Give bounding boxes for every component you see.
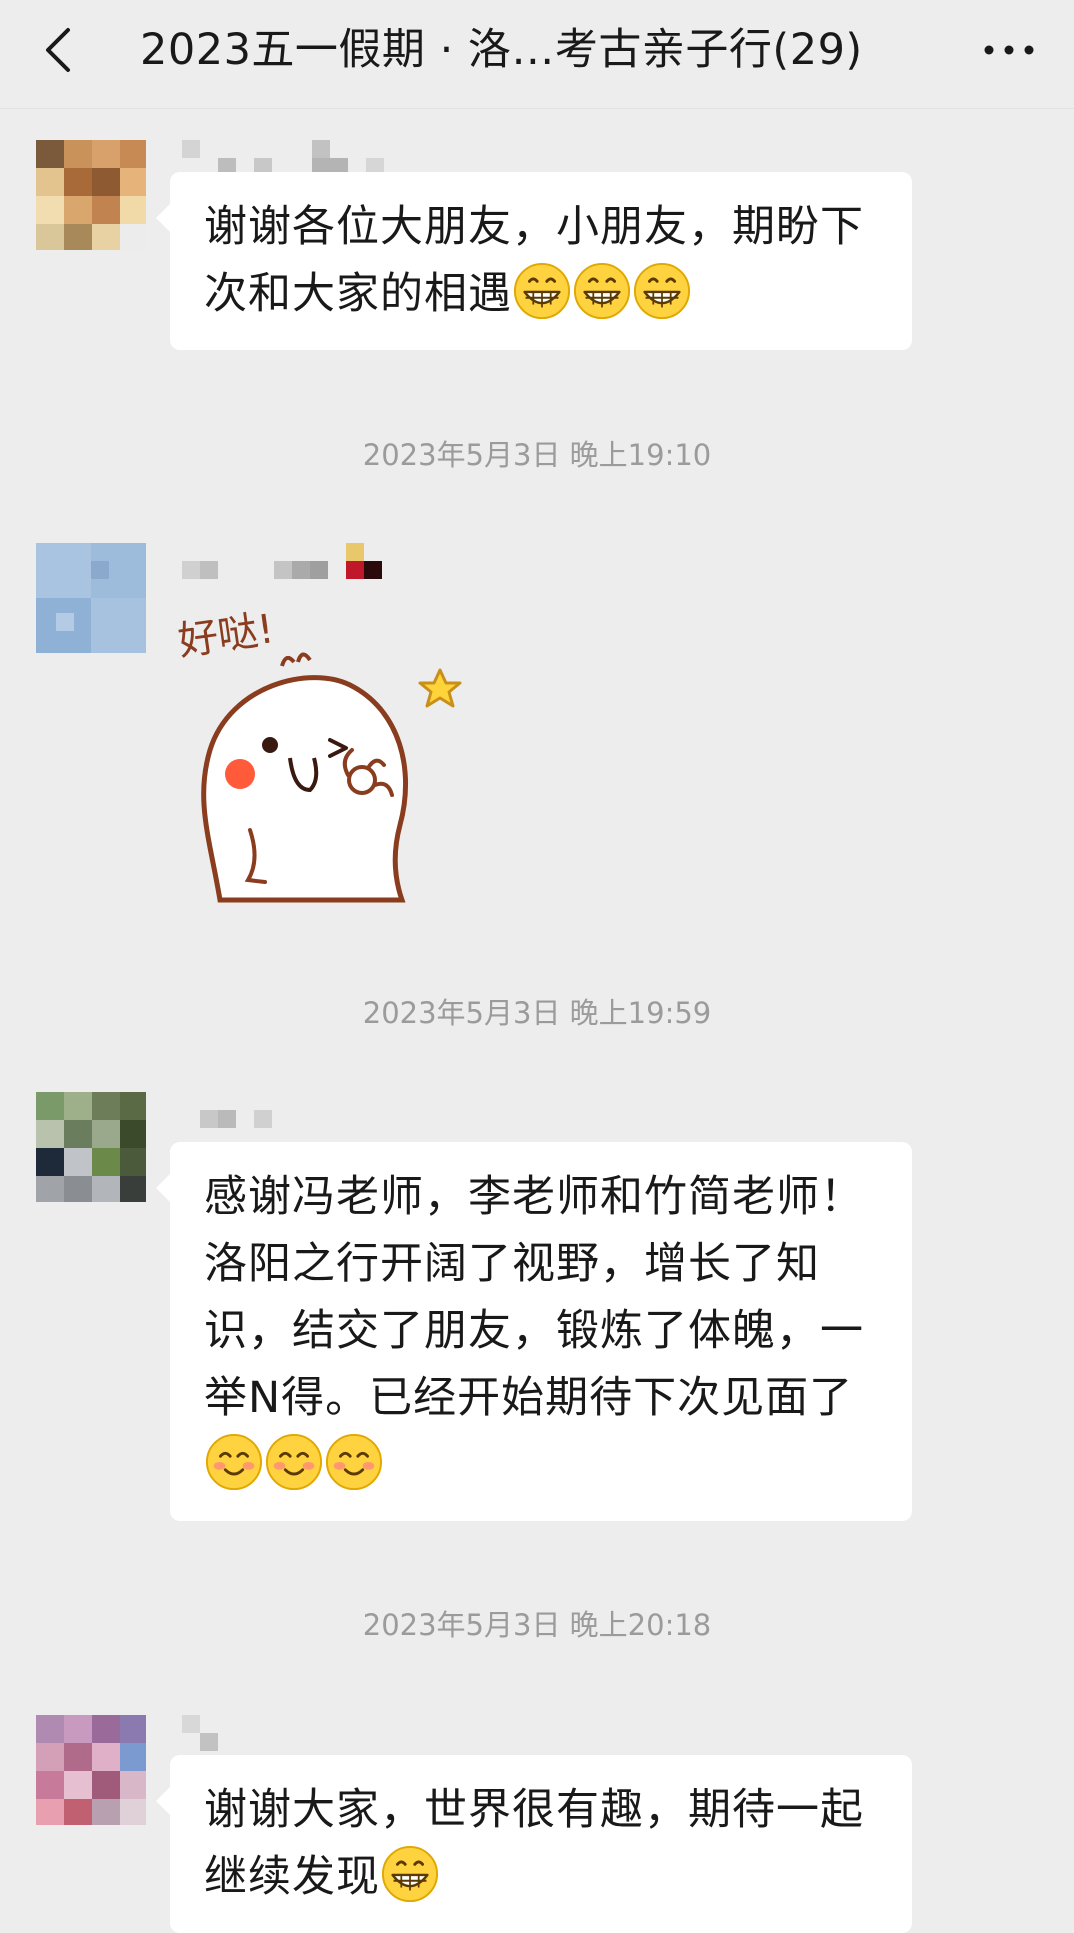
smiling-face-icon: [265, 1433, 323, 1491]
avatar[interactable]: [36, 140, 146, 250]
grinning-face-icon: [513, 262, 571, 320]
chat-title: 2023五一假期 · 洛…考古亲子行(29): [140, 25, 863, 75]
message-bubble[interactable]: 感谢冯老师，李老师和竹简老师！洛阳之行开阔了视野，增长了知识，结交了朋友，锻炼了…: [156, 1142, 912, 1521]
message-text: 谢谢大家，世界很有趣，期待一起继续发现: [204, 1785, 864, 1902]
avatar[interactable]: [36, 1092, 146, 1202]
message-bubble[interactable]: 谢谢各位大朋友，小朋友，期盼下次和大家的相遇: [156, 172, 912, 350]
message-timestamp: 2023年5月3日 晚上19:10: [362, 438, 712, 472]
more-button[interactable]: [974, 20, 1044, 80]
message-timestamp: 2023年5月3日 晚上19:59: [362, 996, 712, 1030]
sender-name-redacted: [182, 1092, 302, 1128]
sender-name-redacted: [182, 543, 382, 579]
grinning-face-icon: [573, 262, 631, 320]
sticker-image[interactable]: 好哒!: [170, 590, 490, 910]
message-text: 感谢冯老师，李老师和竹简老师！洛阳之行开阔了视野，增长了知识，结交了朋友，锻炼了…: [204, 1172, 864, 1423]
avatar[interactable]: [36, 1715, 146, 1825]
sticker-text: 好哒!: [175, 606, 277, 665]
smiling-face-icon: [205, 1433, 263, 1491]
avatar[interactable]: [36, 543, 146, 653]
message-bubble[interactable]: 谢谢大家，世界很有趣，期待一起继续发现: [156, 1755, 912, 1933]
sender-name-redacted: [182, 1715, 262, 1751]
grinning-face-icon: [381, 1845, 439, 1903]
smiling-face-icon: [325, 1433, 383, 1491]
sender-name-redacted: [182, 140, 422, 176]
chevron-left-icon: [46, 28, 70, 72]
message-timestamp: 2023年5月3日 晚上20:18: [362, 1608, 712, 1642]
grinning-face-icon: [633, 262, 691, 320]
chat-header: 2023五一假期 · 洛…考古亲子行(29): [0, 0, 1074, 109]
back-button[interactable]: [30, 20, 90, 80]
more-dots-icon: [984, 45, 1034, 55]
